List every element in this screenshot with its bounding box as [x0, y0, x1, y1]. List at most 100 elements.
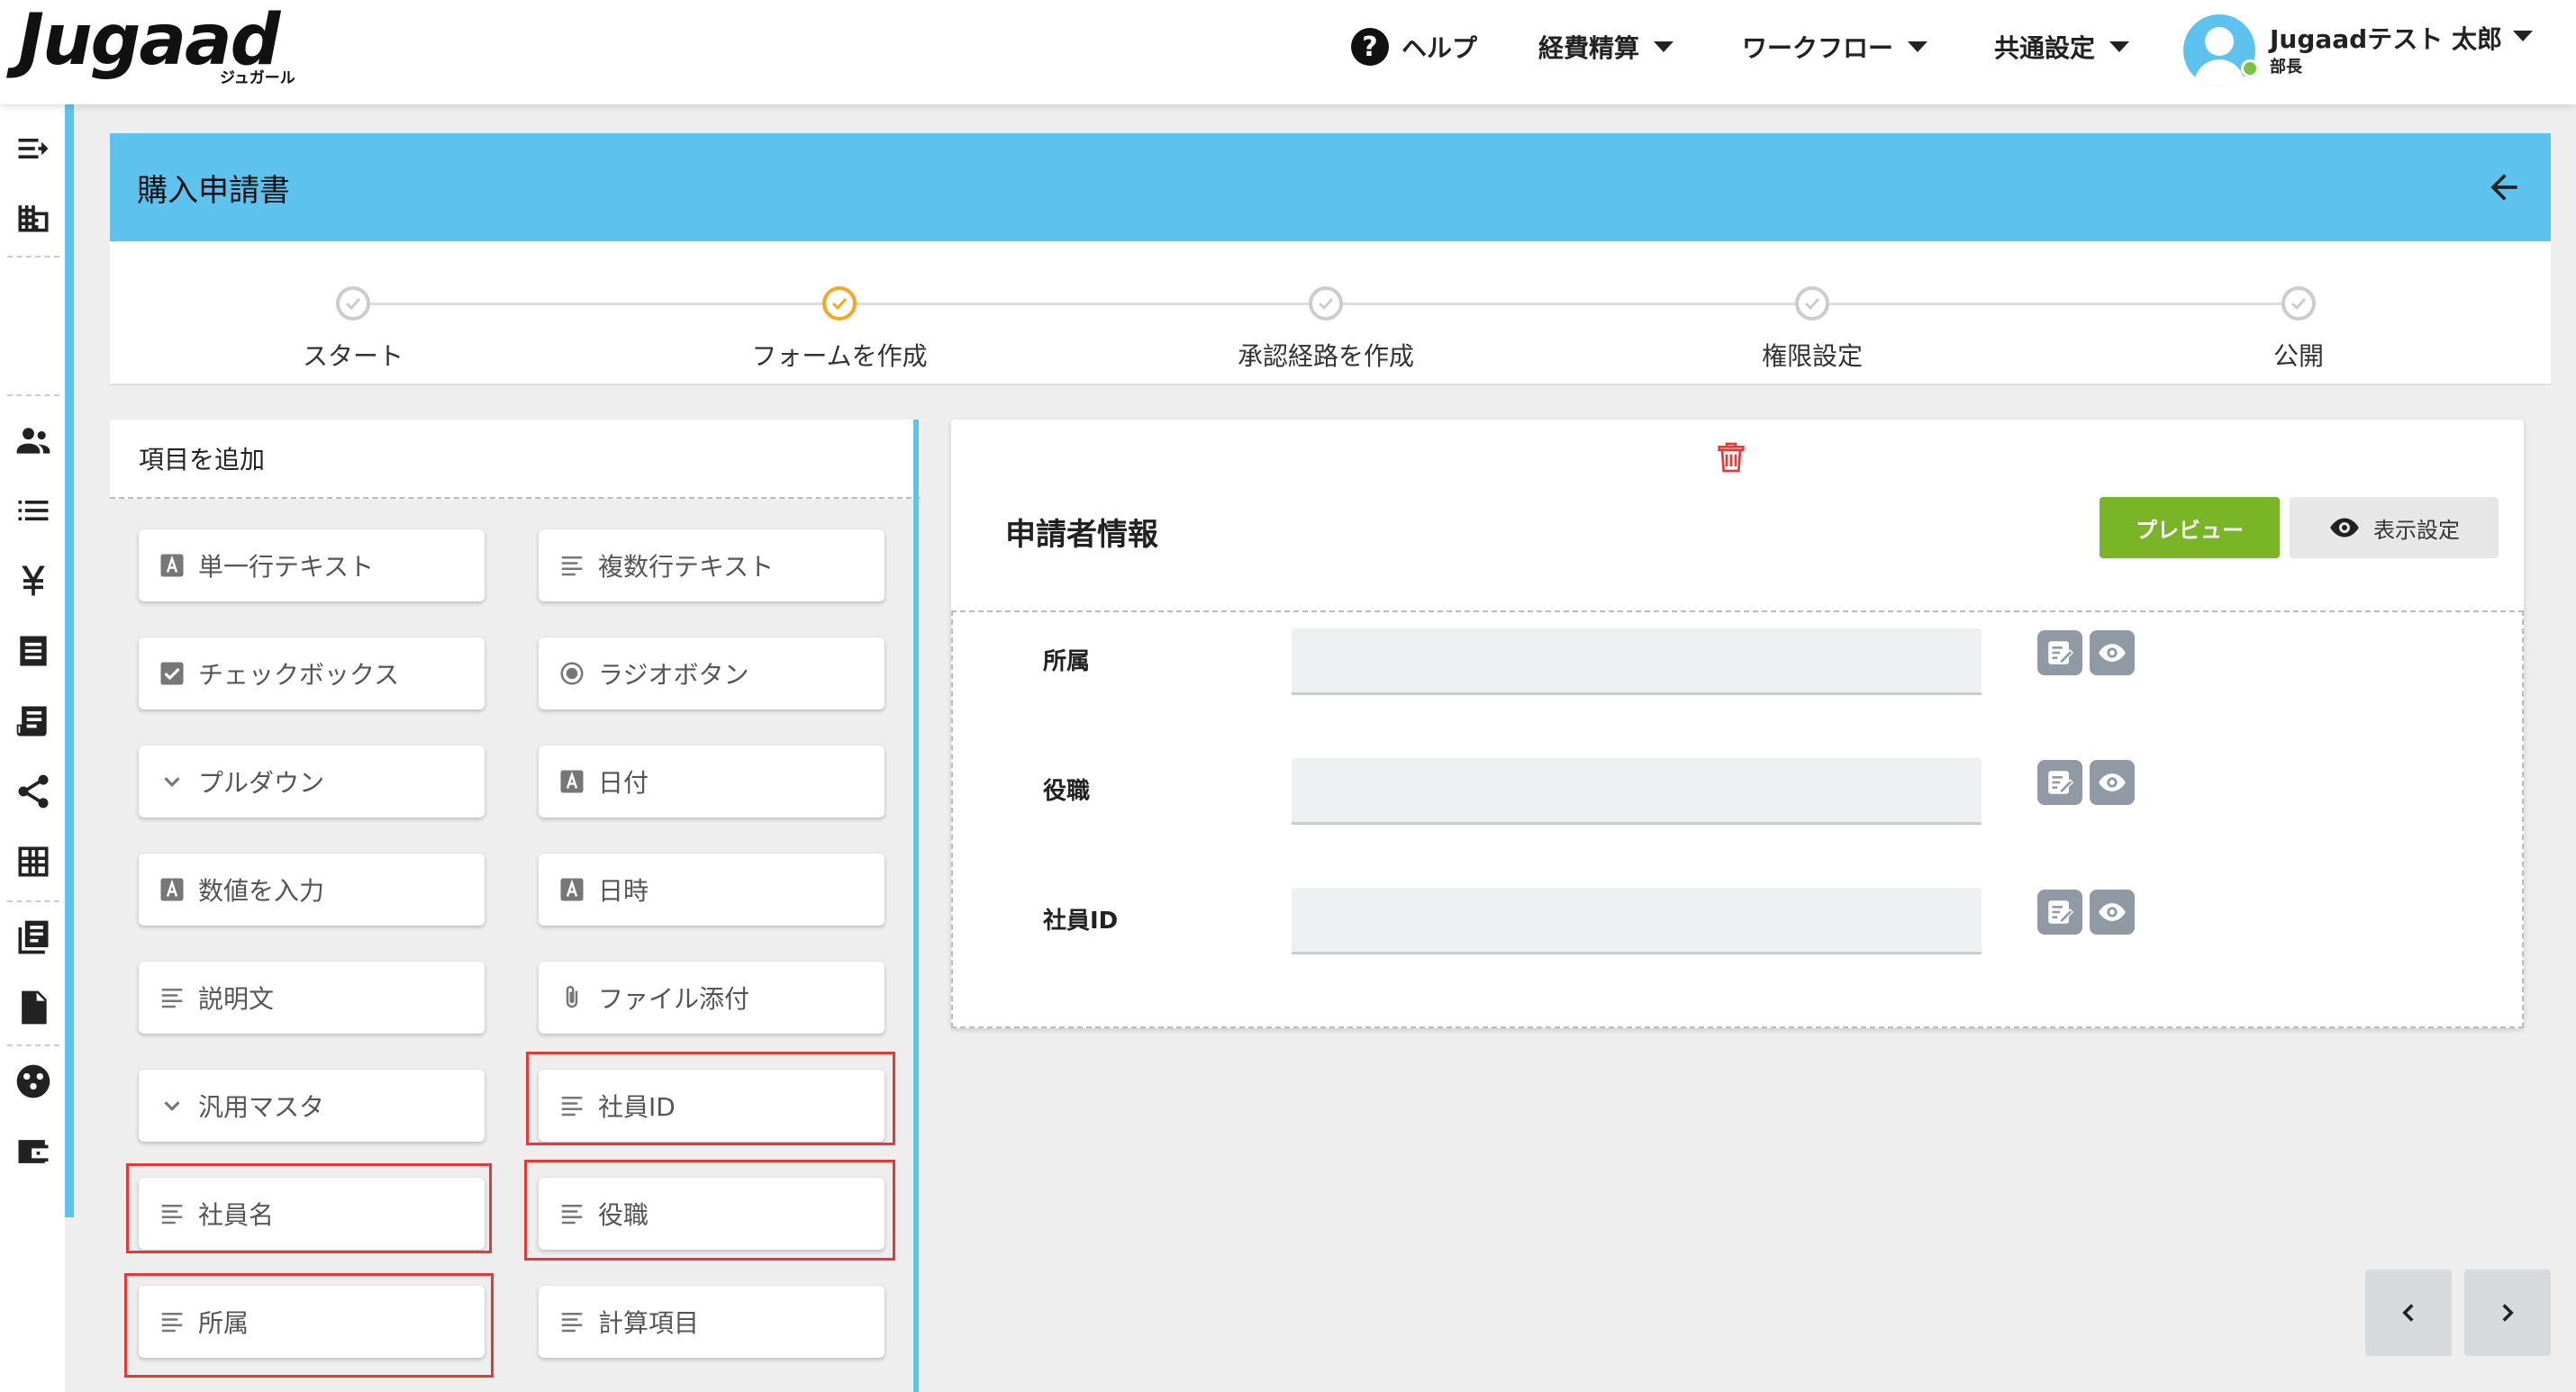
add-general-master-button[interactable]: 汎用マスタ — [139, 1070, 485, 1142]
field-label: 所属 — [1043, 648, 1091, 675]
add-number-button[interactable]: 数値を入力 — [139, 854, 485, 926]
add-datetime-button[interactable]: 日時 — [539, 854, 884, 926]
lines-icon — [159, 984, 186, 1011]
palette-heading: 項目を追加 — [110, 420, 921, 499]
step-label: 公開 — [2272, 341, 2324, 371]
step-check-icon — [2281, 286, 2316, 321]
department-input[interactable] — [1292, 628, 1982, 695]
caret-down-icon — [1908, 41, 1928, 52]
users-icon[interactable] — [7, 414, 59, 466]
receipt-icon[interactable] — [7, 625, 59, 677]
visibility-eye-icon[interactable] — [2090, 630, 2135, 675]
highlight-box — [126, 1163, 492, 1253]
add-checkbox-button[interactable]: チェックボックス — [139, 637, 485, 710]
help-label: ヘルプ — [1401, 33, 1478, 63]
highlight-box — [524, 1160, 895, 1261]
paperclip-icon — [558, 984, 585, 1011]
form-section-card: 申請者情報 プレビュー 表示設定 所属 役職 社員ID — [951, 420, 2524, 1028]
step-create-form[interactable]: フォームを作成 — [704, 286, 975, 373]
step-permissions[interactable]: 権限設定 — [1677, 286, 1947, 373]
step-approval-route[interactable]: 承認経路を作成 — [1191, 286, 1461, 373]
add-description-button[interactable]: 説明文 — [139, 962, 485, 1034]
add-pulldown-button[interactable]: プルダウン — [139, 746, 485, 818]
list-icon[interactable] — [7, 484, 59, 537]
display-settings-label: 表示設定 — [2373, 517, 2460, 543]
common-settings-label: 共通設定 — [1994, 33, 2096, 63]
top-bar: Jugaad ジュガール ? ヘルプ 経費精算 ワークフロー 共通設定 Juga… — [0, 0, 2576, 104]
document-list-icon[interactable] — [7, 695, 59, 747]
field-label: 役職 — [1043, 778, 1091, 805]
palette-item-label: 汎用マスタ — [198, 1092, 325, 1122]
add-multi-line-text-button[interactable]: 複数行テキスト — [539, 529, 884, 601]
add-single-line-text-button[interactable]: 単一行テキスト — [139, 529, 485, 601]
step-check-icon — [336, 286, 370, 321]
step-start[interactable]: スタート — [218, 286, 488, 373]
edit-field-icon[interactable] — [2037, 890, 2082, 935]
palette-item-label: ラジオボタン — [598, 660, 749, 690]
prev-page-button[interactable] — [2365, 1270, 2452, 1356]
user-name[interactable]: Jugaadテスト 太郎 — [2270, 20, 2502, 56]
user-role: 部長 — [2270, 58, 2302, 77]
job-title-input[interactable] — [1292, 758, 1982, 825]
palette-item-label: 複数行テキスト — [598, 552, 775, 582]
help-icon: ? — [1351, 28, 1389, 66]
yen-icon[interactable] — [7, 555, 59, 607]
lines-icon — [558, 552, 585, 579]
step-label: 承認経路を作成 — [1237, 341, 1414, 371]
add-calculation-button[interactable]: 計算項目 — [539, 1286, 884, 1358]
highlight-box — [526, 1052, 895, 1145]
user-menu-caret-icon[interactable] — [2513, 31, 2533, 41]
section-title: 申請者情報 — [1005, 517, 1158, 553]
preview-button[interactable]: プレビュー — [2100, 497, 2280, 558]
employee-id-input[interactable] — [1292, 888, 1982, 954]
delete-trash-icon[interactable] — [1713, 438, 1749, 477]
letter-a-icon — [558, 768, 585, 795]
rail-accent-bar — [65, 104, 74, 1217]
menu-toggle-icon[interactable] — [7, 122, 59, 175]
palette-edge — [913, 420, 919, 1392]
next-page-button[interactable] — [2464, 1270, 2551, 1356]
palette-item-label: 日付 — [598, 768, 649, 798]
step-check-icon — [1795, 286, 1829, 321]
wallet-icon[interactable] — [7, 1125, 59, 1178]
palette-item-label: 計算項目 — [598, 1308, 700, 1338]
add-radio-button[interactable]: ラジオボタン — [539, 637, 884, 710]
organization-icon[interactable] — [7, 1055, 59, 1107]
building-icon[interactable] — [7, 191, 59, 243]
add-date-button[interactable]: 日付 — [539, 746, 884, 818]
library-icon[interactable] — [7, 911, 59, 963]
expense-menu[interactable]: 経費精算 — [1538, 27, 1674, 67]
common-settings-menu[interactable]: 共通設定 — [1994, 27, 2130, 67]
letter-a-icon — [159, 552, 186, 579]
caret-down-icon — [1654, 41, 1674, 52]
workflow-label: ワークフロー — [1742, 33, 1894, 63]
jugaad-logo[interactable]: Jugaad ジュガール — [18, 2, 297, 88]
expense-label: 経費精算 — [1538, 33, 1640, 63]
eye-icon — [2330, 518, 2359, 538]
palette-item-label: プルダウン — [198, 768, 325, 798]
logo-subtext: ジュガール — [220, 69, 295, 87]
checkbox-icon — [159, 660, 186, 687]
lines-icon — [558, 1308, 585, 1335]
display-settings-button[interactable]: 表示設定 — [2290, 497, 2499, 558]
add-file-attachment-button[interactable]: ファイル添付 — [539, 962, 884, 1034]
step-label: スタート — [302, 341, 404, 371]
chevron-down-icon — [159, 1092, 186, 1119]
back-arrow-icon[interactable] — [2484, 167, 2524, 207]
workflow-menu[interactable]: ワークフロー — [1742, 27, 1928, 67]
page-title: 購入申請書 — [137, 172, 290, 209]
help-menu[interactable]: ? ヘルプ — [1351, 27, 1477, 67]
edit-field-icon[interactable] — [2037, 760, 2082, 805]
radio-icon — [558, 660, 585, 687]
palette-item-label: 説明文 — [198, 984, 275, 1014]
step-label: フォームを作成 — [751, 341, 928, 371]
step-publish[interactable]: 公開 — [2163, 286, 2434, 373]
letter-a-icon — [159, 876, 186, 903]
visibility-eye-icon[interactable] — [2090, 760, 2135, 805]
file-icon[interactable] — [7, 981, 59, 1034]
share-icon[interactable] — [7, 765, 59, 818]
edit-field-icon[interactable] — [2037, 630, 2082, 675]
visibility-eye-icon[interactable] — [2090, 890, 2135, 935]
step-check-icon — [1309, 286, 1343, 321]
grid-table-icon[interactable] — [7, 836, 59, 888]
